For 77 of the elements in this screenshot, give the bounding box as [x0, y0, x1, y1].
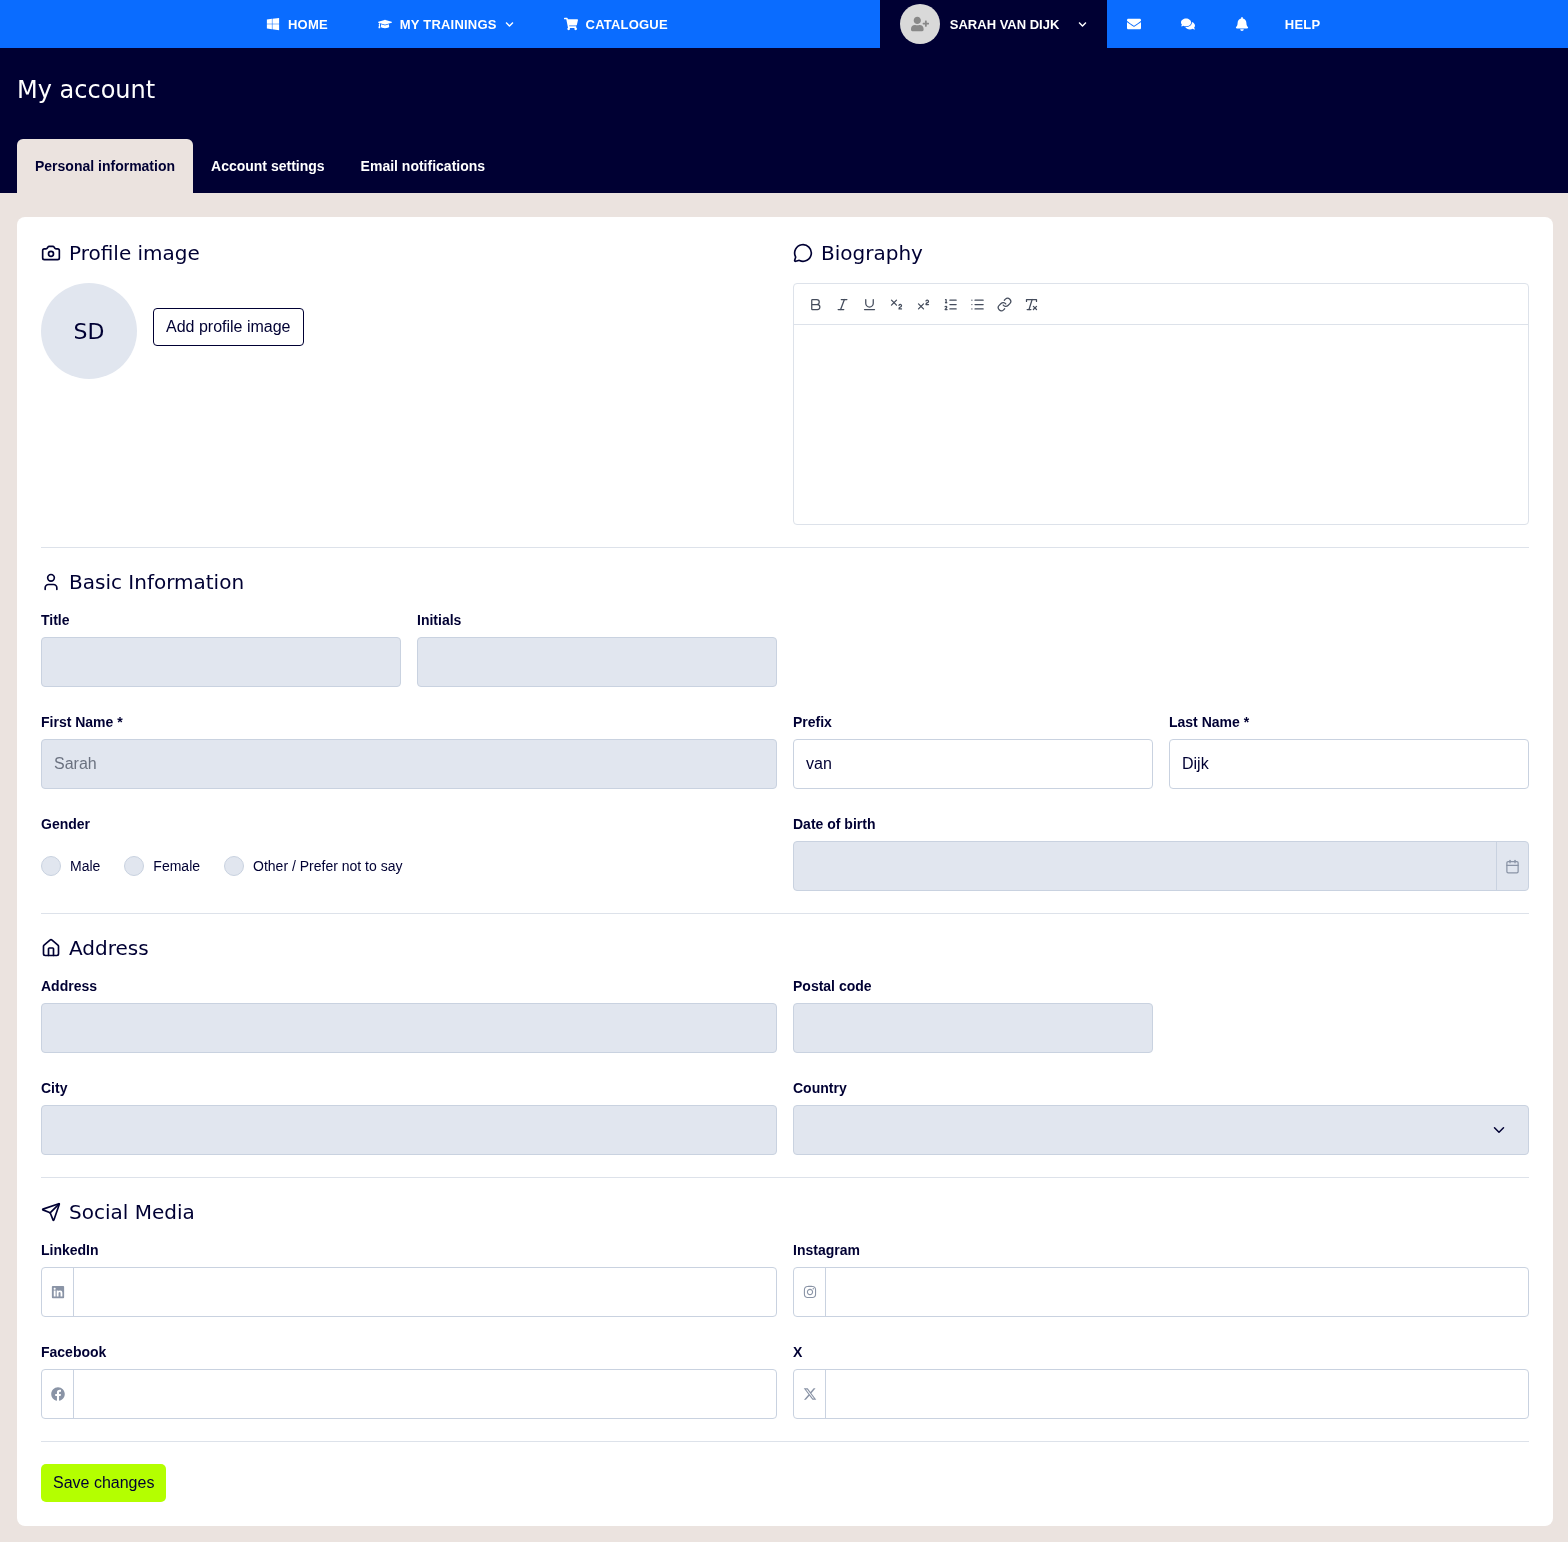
tab[interactable]: Email notifications [342, 139, 504, 193]
field-label: Postal code [793, 978, 873, 994]
section-title: Social Media [69, 1200, 195, 1224]
user-name: SARAH VAN DIJK [949, 16, 1061, 32]
envelope-icon [1126, 17, 1141, 31]
field-label: City [41, 1080, 69, 1096]
section-title: Biography [821, 241, 923, 265]
house-icon [41, 938, 61, 958]
radio-option[interactable]: Other / Prefer not to say [224, 856, 403, 876]
numbered-list-icon[interactable] [943, 296, 958, 312]
instagram-icon [802, 1285, 817, 1299]
nav-link[interactable]: CATALOGUE [547, 0, 684, 48]
nav-link-label: CATALOGUE [585, 16, 668, 32]
social-url-field[interactable] [41, 1267, 777, 1317]
chat-bubbles-icon [1180, 17, 1195, 31]
radio-option[interactable]: Female [124, 856, 201, 876]
x-icon [802, 1387, 817, 1401]
radio-option[interactable]: Male [41, 856, 101, 876]
social-url-field[interactable] [41, 1369, 777, 1419]
windows-icon [266, 17, 280, 31]
radio-button[interactable] [41, 856, 61, 876]
field-label: Country [793, 1080, 848, 1096]
nav-link-label: HOME [288, 16, 328, 32]
link-icon[interactable] [997, 296, 1012, 312]
radio-label: Male [70, 858, 101, 874]
camera-icon [41, 243, 61, 263]
save-button[interactable]: Save changes [41, 1464, 167, 1502]
field-label: Prefix [793, 714, 833, 730]
speech-bubble-icon [793, 243, 813, 263]
bell-icon [1234, 17, 1249, 31]
field-label: Initials [417, 612, 463, 628]
page-title: My account [17, 76, 157, 104]
add-image-button[interactable]: Add profile image [153, 308, 304, 346]
avatar-initials: SD [41, 283, 137, 379]
field-label: Gender [41, 816, 91, 832]
section-title: Address [69, 936, 149, 960]
field-label: LinkedIn [41, 1242, 100, 1258]
cart-icon [563, 17, 578, 31]
bullet-list-icon[interactable] [970, 296, 985, 312]
nav-link[interactable]: MY TRAININGS [361, 0, 530, 48]
radio-label: Other / Prefer not to say [253, 858, 403, 874]
superscript-icon[interactable] [916, 296, 931, 312]
section-title: Basic Information [69, 570, 245, 594]
tab[interactable]: Account settings [193, 139, 343, 193]
linkedin-icon [50, 1285, 65, 1299]
field-label: X [793, 1344, 804, 1360]
radio-button[interactable] [224, 856, 245, 876]
nav-link[interactable]: HOME [250, 0, 344, 48]
field-label: Last Name * [1169, 714, 1251, 730]
underline-icon[interactable] [862, 296, 877, 312]
field-label: Title [41, 612, 71, 628]
section-title: Profile image [69, 241, 200, 265]
calendar-icon [1505, 858, 1520, 874]
radio-label: Female [153, 858, 201, 874]
facebook-icon [50, 1387, 65, 1401]
person-icon [41, 572, 61, 592]
nav-link-label: MY TRAININGS [399, 16, 497, 32]
tab[interactable]: Personal information [17, 139, 194, 193]
text-field[interactable]: Dijk [1169, 739, 1529, 789]
field-label: Facebook [41, 1344, 108, 1360]
radio-button[interactable] [124, 856, 145, 876]
italic-icon[interactable] [835, 296, 850, 312]
user-plus-icon [910, 15, 929, 33]
field-label: Address [41, 978, 99, 994]
text-field[interactable]: van [793, 739, 1153, 789]
field-label: First Name * [41, 714, 124, 730]
social-url-field[interactable] [793, 1369, 1529, 1419]
paper-plane-icon [41, 1202, 61, 1222]
clear-format-icon[interactable] [1024, 296, 1039, 312]
field-label: Instagram [793, 1242, 861, 1258]
help-link[interactable]: HELP [1268, 0, 1337, 48]
field-label: Date of birth [793, 816, 877, 832]
graduation-cap-icon [377, 17, 392, 31]
subscript-icon[interactable] [889, 296, 904, 312]
social-url-field[interactable] [793, 1267, 1529, 1317]
bold-icon[interactable] [808, 296, 823, 312]
user-menu[interactable]: SARAH VAN DIJK [879, 0, 1107, 48]
